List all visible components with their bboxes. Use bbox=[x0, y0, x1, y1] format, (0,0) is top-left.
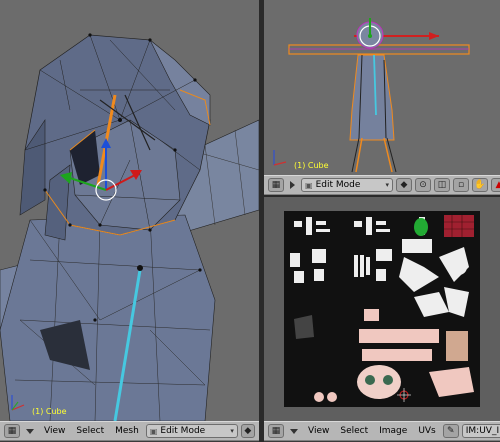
mode-select[interactable]: ▣ Edit Mode ▾ bbox=[301, 178, 393, 192]
main-3d-viewport[interactable]: (1) Cube bbox=[0, 0, 259, 421]
pin-icon[interactable]: ✎ bbox=[442, 424, 459, 438]
mode-select[interactable]: ▣ Edit Mode ▾ bbox=[145, 424, 238, 438]
armature-render bbox=[273, 18, 470, 173]
menu-select[interactable]: Select bbox=[336, 426, 372, 436]
mode-label: Edit Mode bbox=[160, 426, 206, 436]
mode-label: Edit Mode bbox=[315, 180, 361, 190]
snap-icon[interactable]: ◫ bbox=[434, 178, 450, 192]
dropdown-arrow-icon: ▾ bbox=[230, 427, 234, 435]
uv-editor-header: ▦ View Select Image UVs ✎ IM:UV_I bbox=[264, 421, 500, 441]
object-label: (1) Cube bbox=[32, 407, 67, 416]
uv-texture-render bbox=[284, 211, 480, 407]
view-grid-icon[interactable]: ▦ bbox=[4, 424, 20, 438]
menu-view[interactable]: View bbox=[304, 426, 333, 436]
draw-type-icon[interactable]: ◆ bbox=[396, 178, 412, 192]
main-viewport-header: ▦ View Select Mesh ▣ Edit Mode ▾ ◆ bbox=[0, 421, 259, 441]
image-select[interactable]: IM:UV_I bbox=[461, 424, 500, 438]
uv-image-editor[interactable] bbox=[264, 197, 500, 421]
menu-view[interactable]: View bbox=[40, 426, 69, 436]
pivot-icon[interactable]: ⊙ bbox=[415, 178, 431, 192]
front-view-viewport[interactable]: (1) Cube bbox=[264, 0, 500, 175]
warning-icon[interactable]: ▲ bbox=[491, 178, 500, 192]
hand-icon[interactable]: ✋ bbox=[472, 178, 488, 192]
view-grid-icon[interactable]: ▦ bbox=[268, 178, 284, 192]
object-label: (1) Cube bbox=[294, 161, 329, 170]
menu-mesh[interactable]: Mesh bbox=[111, 426, 143, 436]
mesh-render bbox=[0, 33, 259, 421]
menu-uvs[interactable]: UVs bbox=[414, 426, 439, 436]
lock-icon[interactable]: ▫ bbox=[453, 178, 469, 192]
edit-mode-icon: ▣ bbox=[305, 180, 313, 190]
image-name: IM:UV_I bbox=[465, 426, 500, 436]
menu-select[interactable]: Select bbox=[72, 426, 108, 436]
expand-arrow-icon[interactable] bbox=[290, 181, 295, 189]
vertical-splitter[interactable] bbox=[259, 0, 264, 442]
collapse-arrow-icon[interactable] bbox=[26, 428, 34, 434]
front-viewport-header: ▦ ▣ Edit Mode ▾ ◆ ⊙ ◫ ▫ ✋ ▲ bbox=[264, 175, 500, 195]
menu-image[interactable]: Image bbox=[375, 426, 411, 436]
collapse-arrow-icon[interactable] bbox=[290, 428, 298, 434]
dropdown-arrow-icon: ▾ bbox=[385, 181, 389, 189]
draw-type-icon[interactable]: ◆ bbox=[240, 424, 255, 438]
view-grid-icon[interactable]: ▦ bbox=[268, 424, 284, 438]
edit-mode-icon: ▣ bbox=[149, 426, 158, 436]
